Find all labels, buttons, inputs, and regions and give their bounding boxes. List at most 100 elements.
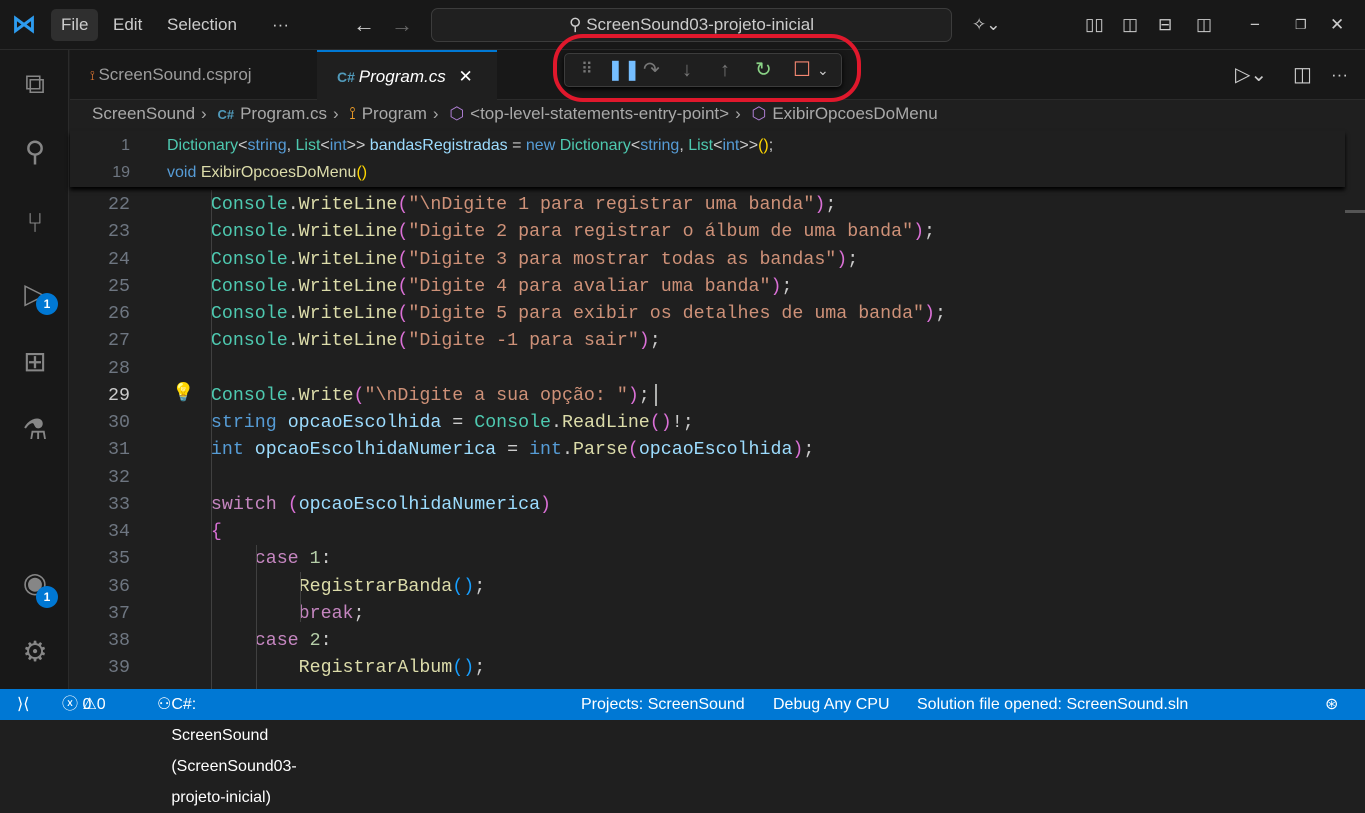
code-line[interactable]: 27 Console.WriteLine("Digite -1 para sai…: [70, 328, 1345, 355]
code-token: ;: [803, 440, 815, 461]
code-line[interactable]: 26 Console.WriteLine("Digite 5 para exib…: [70, 301, 1345, 328]
copilot-icon[interactable]: ✧⌄: [962, 9, 1011, 41]
code-line[interactable]: 1 Dictionary<string, List<int>> bandasReg…: [70, 132, 1345, 159]
build-config[interactable]: Debug Any CPU: [773, 689, 890, 720]
close-tab-icon[interactable]: ✕: [458, 67, 472, 86]
code-line[interactable]: 30 string opcaoEscolhida = Console.ReadL…: [70, 410, 1345, 437]
toggle-sidebar-icon[interactable]: ◫: [1112, 9, 1148, 41]
code-token: WriteLine: [298, 276, 398, 297]
code-line[interactable]: 25 Console.WriteLine("Digite 4 para aval…: [70, 274, 1345, 301]
split-editor-icon[interactable]: ◫: [1283, 59, 1322, 91]
code-line[interactable]: 39 RegistrarAlbum();: [70, 655, 1345, 682]
line-number: 34: [108, 522, 130, 542]
settings-gear-icon[interactable]: ⚙: [17, 634, 53, 670]
code-token: List: [688, 137, 714, 154]
code-token: int: [329, 137, 347, 154]
problems-indicator[interactable]: ⓧ 0 ⚠ 0: [62, 689, 106, 720]
customize-layout-icon[interactable]: ▯▯: [1075, 9, 1114, 41]
project-label: C#: ScreenSound (ScreenSound03-projeto-i…: [171, 696, 297, 806]
menu-edit[interactable]: Edit: [103, 9, 152, 41]
copilot-status-icon[interactable]: ⊛: [1325, 689, 1338, 720]
code-line[interactable]: 23 Console.WriteLine("Digite 2 para regi…: [70, 219, 1345, 246]
search-icon[interactable]: ⚲: [17, 134, 53, 170]
code-text: Console.WriteLine("Digite 5 para exibir …: [167, 301, 946, 328]
step-out-icon[interactable]: ↑: [720, 54, 730, 86]
csharp-project[interactable]: ⚇ C#: ScreenSound (ScreenSound03-projeto…: [157, 689, 297, 806]
code-line[interactable]: 33 switch (opcaoEscolhidaNumerica): [70, 492, 1345, 519]
code-line[interactable]: 28: [70, 356, 1345, 383]
code-token: "\nDigite 1 para registrar uma banda": [408, 195, 815, 215]
code-text: Console.WriteLine("Digite 2 para registr…: [167, 219, 935, 246]
close-window-icon[interactable]: ✕: [1320, 9, 1354, 41]
line-number: 25: [108, 276, 130, 297]
code-token: Console: [474, 413, 552, 433]
toggle-panel-icon[interactable]: ⊟: [1148, 9, 1182, 41]
run-icon[interactable]: ▷⌄: [1225, 59, 1277, 91]
code-line[interactable]: 19 void ExibirOpcoesDoMenu(): [70, 159, 1345, 186]
solution-status[interactable]: Solution file opened: ScreenSound.sln: [917, 689, 1188, 720]
crumb-folder[interactable]: ScreenSound: [92, 104, 195, 123]
command-center-search[interactable]: ⚲ ScreenSound03-projeto-inicial: [431, 8, 952, 42]
forward-arrow-icon[interactable]: →: [381, 9, 423, 41]
more-actions-icon[interactable]: ···: [1321, 59, 1358, 91]
code-line[interactable]: 31 int opcaoEscolhidaNumerica = int.Pars…: [70, 437, 1345, 464]
menu-more[interactable]: ···: [262, 9, 299, 41]
csharp-icon: C#: [217, 107, 235, 122]
code-token: Dictionary: [559, 137, 631, 154]
code-line[interactable]: 22 Console.WriteLine("\nDigite 1 para re…: [70, 192, 1345, 219]
code-token: int: [210, 440, 244, 461]
restore-icon[interactable]: ❐: [1285, 9, 1317, 41]
remote-icon[interactable]: ⟩⟨: [17, 689, 29, 720]
code-token: break: [298, 603, 354, 624]
pause-icon[interactable]: ❚❚: [607, 54, 641, 86]
chevron-down-icon[interactable]: ⌄: [817, 54, 829, 86]
breadcrumb: ScreenSound › C# Program.cs › ⟟ Program › ⬡ <t…: [92, 104, 938, 123]
source-control-icon[interactable]: ⑂: [17, 205, 53, 241]
back-arrow-icon[interactable]: ←: [343, 9, 385, 41]
tab-csproj[interactable]: ⟟ ScreenSound.csproj: [70, 50, 315, 100]
code-token: ;: [638, 385, 650, 406]
line-number: 38: [108, 631, 130, 651]
code-line[interactable]: 29 Console.Write("\nDigite a sua opção: …: [70, 383, 1345, 410]
tab-program-cs[interactable]: C# Program.cs ✕: [317, 50, 497, 100]
step-into-icon[interactable]: ↓: [682, 54, 692, 86]
restart-icon[interactable]: ↻: [755, 54, 772, 86]
code-token: .: [562, 440, 573, 461]
lightbulb-icon[interactable]: 💡: [172, 382, 194, 403]
code-token: Console: [210, 195, 288, 215]
menu-file[interactable]: File: [51, 9, 99, 41]
drag-handle-icon[interactable]: ⠿: [581, 54, 593, 86]
minimize-icon[interactable]: −: [1240, 9, 1270, 41]
step-over-icon[interactable]: ↷: [643, 54, 660, 86]
vscode-logo-icon: ⋈: [12, 11, 36, 38]
projects-item[interactable]: Projects: ScreenSound: [581, 689, 745, 720]
scrollbar-thumb[interactable]: [1345, 210, 1365, 213]
toggle-secondary-sidebar-icon[interactable]: ◫: [1186, 9, 1222, 41]
indent-guide: [300, 572, 301, 622]
extensions-icon[interactable]: ⊞: [17, 344, 53, 380]
line-number: 36: [108, 576, 130, 597]
code-token: >>: [346, 137, 370, 154]
crumb-class[interactable]: Program: [362, 104, 427, 123]
testing-icon[interactable]: ⚗: [17, 412, 53, 448]
crumb-entry-point[interactable]: <top-level-statements-entry-point>: [470, 104, 729, 123]
code-line[interactable]: 35 case 1:: [70, 546, 1345, 573]
code-token: (: [397, 222, 409, 243]
code-line[interactable]: 32: [70, 465, 1345, 492]
code-line[interactable]: 37 break;: [70, 601, 1345, 628]
code-line[interactable]: 36 RegistrarBanda();: [70, 574, 1345, 601]
code-line[interactable]: 34 {: [70, 519, 1345, 546]
line-number: 28: [108, 358, 130, 379]
code-token: case: [254, 631, 299, 651]
explorer-icon[interactable]: ⧉: [17, 66, 53, 102]
menu-selection[interactable]: Selection: [157, 9, 247, 41]
crumb-method[interactable]: ExibirOpcoesDoMenu: [772, 104, 937, 123]
crumb-file[interactable]: Program.cs: [240, 104, 327, 123]
code-line[interactable]: 38 case 2:: [70, 628, 1345, 655]
code-token: .: [287, 385, 299, 406]
stop-icon[interactable]: ☐: [793, 54, 811, 86]
code-line[interactable]: 24 Console.WriteLine("Digite 3 para most…: [70, 247, 1345, 274]
